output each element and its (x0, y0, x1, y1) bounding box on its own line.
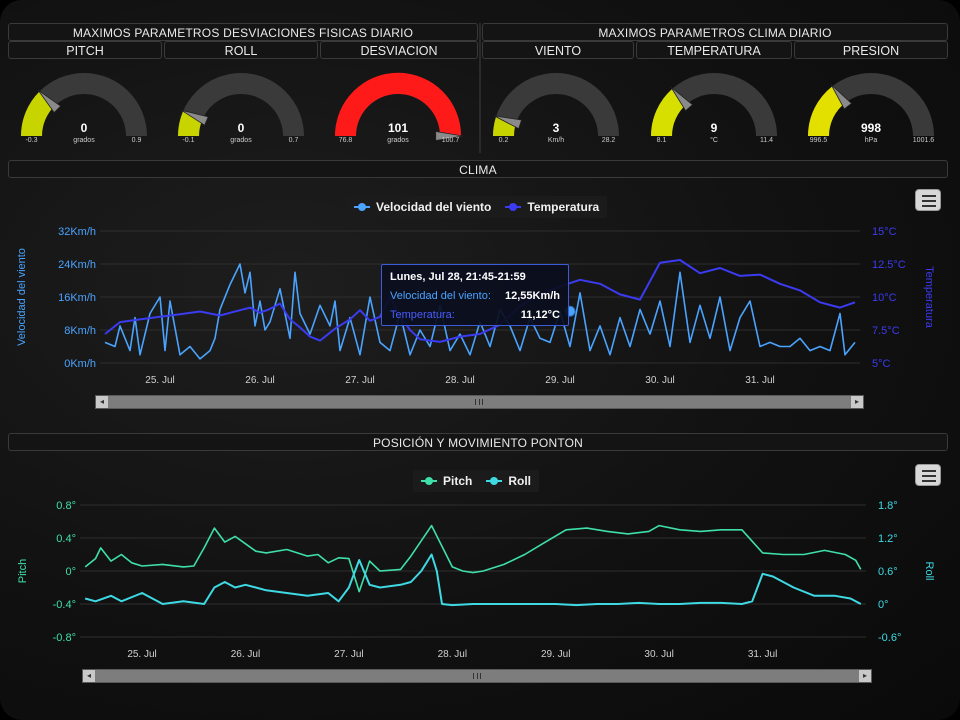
series-line-roll (84, 553, 862, 607)
y-right-tick-label: -0.6° (878, 632, 901, 644)
x-tick-label: 28. Jul (438, 649, 467, 660)
x-tick-label: 31. Jul (748, 649, 777, 660)
scroll-left-arrow-icon[interactable]: ◂ (83, 670, 95, 682)
ponton-chart: -0.8° -0.4° 0° 0.4° 0.8° -0.6° 0° 0.6° 1.2° 1.8° 2… (17, 500, 935, 660)
y-right-tick-label: 1.2° (878, 533, 898, 545)
y-left-tick-label: -0.8° (53, 632, 76, 644)
y-left-tick-label: 0° (65, 566, 76, 578)
y-left-tick-label: 0.4° (56, 533, 76, 545)
y-right-tick-label: 0.6° (878, 566, 898, 578)
y-right-tick-label: 0° (878, 599, 889, 611)
x-tick-label: 30. Jul (644, 649, 673, 660)
x-tick-label: 27. Jul (334, 649, 363, 660)
scroll-right-arrow-icon[interactable]: ▸ (859, 670, 871, 682)
x-tick-label: 25. Jul (127, 649, 156, 660)
y-left-axis-title: Pitch (17, 559, 29, 583)
x-tick-label: 29. Jul (541, 649, 570, 660)
scroll-grip-icon[interactable] (473, 673, 481, 679)
dashboard-screen: MAXIMOS PARAMETROS DESVIACIONES FISICAS … (0, 0, 960, 720)
y-left-tick-label: -0.4° (53, 599, 76, 611)
y-left-tick-label: 0.8° (56, 500, 76, 512)
y-right-tick-label: 1.8° (878, 500, 898, 512)
y-right-axis-title: Roll (923, 562, 935, 581)
ponton-navigator-scrollbar[interactable]: ◂ ▸ (82, 669, 872, 683)
x-tick-label: 26. Jul (231, 649, 260, 660)
series-line-pitch (84, 524, 862, 593)
